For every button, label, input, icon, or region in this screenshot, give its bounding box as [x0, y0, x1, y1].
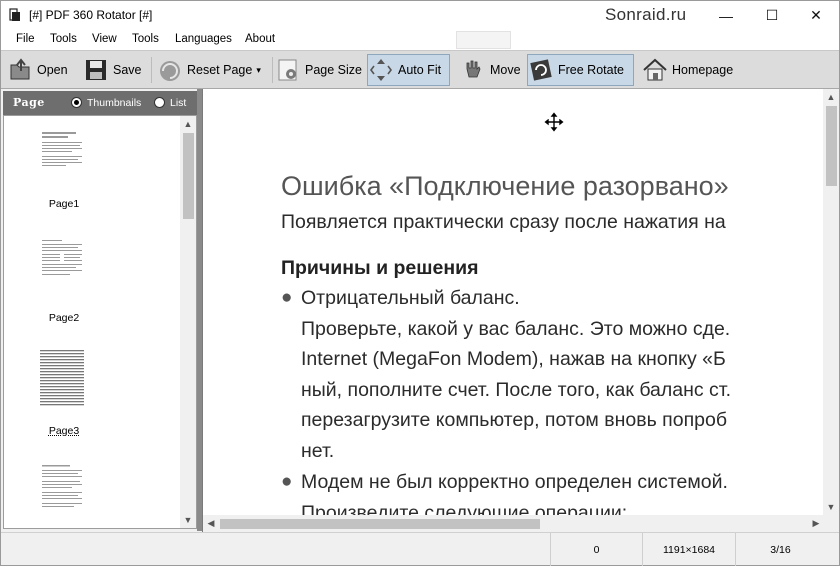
- thumbnail-list[interactable]: Page1 Page2 Page3 ▲ ▼: [3, 115, 197, 529]
- move-cursor-icon: [543, 111, 565, 133]
- close-button[interactable]: ✕: [793, 1, 839, 30]
- menu-view[interactable]: View: [92, 33, 117, 45]
- bullet1-line4: перезагрузите компьютер, потом вновь поп…: [301, 409, 727, 431]
- page4-preview: [40, 463, 84, 521]
- title-bar: [#] PDF 360 Rotator [#] Sonraid.ru — ☐ ✕: [1, 1, 839, 30]
- page3-label: Page3: [48, 425, 80, 437]
- scroll-up-arrow-icon[interactable]: ▲: [823, 89, 839, 105]
- free-rotate-label: Free Rotate: [558, 63, 625, 77]
- menu-tools[interactable]: Tools: [50, 33, 77, 45]
- thumbnail-items: Page1 Page2 Page3: [4, 116, 180, 528]
- thumbnails-radio[interactable]: [71, 97, 82, 108]
- free-rotate-button[interactable]: Free Rotate: [527, 54, 634, 86]
- free-rotate-icon: [530, 59, 552, 81]
- document-vertical-scrollbar[interactable]: ▲ ▼: [823, 89, 839, 515]
- bullet2-title: Модем не был корректно определен системо…: [301, 471, 728, 493]
- window-title: [#] PDF 360 Rotator [#]: [29, 8, 153, 22]
- page2-label: Page2: [48, 312, 80, 324]
- page-size-icon: [278, 59, 297, 81]
- menu-about[interactable]: About: [245, 33, 275, 45]
- move-label: Move: [490, 63, 521, 77]
- scroll-up-arrow-icon[interactable]: ▲: [180, 116, 196, 132]
- page2-preview: [40, 238, 84, 294]
- bullet2-line1: Произведите следующие операции:: [301, 502, 628, 515]
- toolbar-separator: [151, 57, 152, 83]
- maximize-button[interactable]: ☐: [749, 1, 795, 30]
- floppy-disk-icon: [86, 60, 106, 80]
- page1-label: Page1: [48, 198, 80, 210]
- status-bar: 0 1191×1684 3/16: [1, 532, 839, 566]
- reset-page-dropdown-icon[interactable]: ▾: [256, 65, 261, 76]
- reset-page-button[interactable]: Reset Page ▾: [157, 54, 261, 86]
- toolbar-separator: [272, 57, 273, 83]
- document-horizontal-scrollbar[interactable]: ◀ ▶: [203, 515, 824, 532]
- save-label: Save: [113, 63, 142, 77]
- bullet1-title: Отрицательный баланс.: [301, 287, 520, 309]
- homepage-label: Homepage: [672, 63, 734, 77]
- app-icon: [9, 8, 20, 21]
- minimize-button[interactable]: —: [703, 1, 749, 30]
- page-size-label: Page Size: [305, 63, 362, 77]
- auto-fit-button[interactable]: Auto Fit: [367, 54, 450, 86]
- bullet1-line3: ный, пополните счет. После того, как бал…: [301, 379, 731, 401]
- bullet-marker: ●: [281, 471, 293, 492]
- app-window: [#] PDF 360 Rotator [#] Sonraid.ru — ☐ ✕…: [0, 0, 840, 566]
- scroll-down-arrow-icon[interactable]: ▼: [823, 499, 839, 515]
- menu-file[interactable]: File: [16, 33, 35, 45]
- scroll-left-arrow-icon[interactable]: ◀: [203, 515, 219, 531]
- status-page-index: 3/16: [735, 533, 825, 566]
- document-subheading: Причины и решения: [281, 257, 479, 279]
- list-radio-label[interactable]: List: [170, 97, 186, 109]
- scrollbar-corner: [823, 515, 839, 532]
- homepage-button[interactable]: Homepage: [642, 54, 733, 86]
- bullet1-line2: Internet (MegaFon Modem), нажав на кнопк…: [301, 348, 726, 370]
- bullet1-line5: нет.: [301, 440, 335, 462]
- scroll-right-arrow-icon[interactable]: ▶: [808, 515, 824, 531]
- watermark-text: Sonraid.ru: [605, 5, 687, 24]
- reset-page-label: Reset Page: [187, 63, 253, 77]
- thumbnails-radio-label[interactable]: Thumbnails: [87, 97, 141, 109]
- bullet-marker: ●: [281, 287, 293, 308]
- menu-languages[interactable]: Languages: [175, 33, 232, 45]
- document-vscroll-thumb[interactable]: [826, 106, 837, 186]
- bullet1-line1: Проверьте, какой у вас баланс. Это можно…: [301, 318, 731, 340]
- page-size-button[interactable]: Page Size: [275, 54, 362, 86]
- open-icon: [10, 58, 30, 80]
- auto-fit-icon: [370, 59, 392, 81]
- move-button[interactable]: Move: [460, 54, 521, 86]
- status-message: [1, 533, 550, 566]
- auto-fit-label: Auto Fit: [398, 63, 442, 77]
- page1-preview: [40, 130, 84, 186]
- document-hscroll-thumb[interactable]: [220, 519, 540, 529]
- thumbnail-scroll-thumb[interactable]: [183, 133, 194, 219]
- status-rotation: 0: [550, 533, 642, 566]
- thumbnail-scrollbar[interactable]: ▲ ▼: [180, 116, 196, 528]
- page-panel-header: Page Thumbnails List: [3, 91, 197, 115]
- page-panel-title: Page: [13, 96, 45, 109]
- home-icon: [643, 58, 667, 81]
- open-label: Open: [37, 63, 68, 77]
- document-heading: Ошибка «Подключение разорвано»: [281, 171, 729, 201]
- menu-tools-2[interactable]: Tools: [132, 33, 159, 45]
- scroll-down-arrow-icon[interactable]: ▼: [180, 512, 196, 528]
- reset-page-icon: [160, 61, 180, 81]
- list-radio[interactable]: [154, 97, 165, 108]
- document-intro: Появляется практически сразу после нажат…: [281, 211, 726, 233]
- toolbar: Open Save Reset Page ▾ Page Size Auto Fi…: [1, 50, 839, 89]
- hand-move-icon: [466, 60, 481, 78]
- document-page[interactable]: Ошибка «Подключение разорвано» Появляетс…: [203, 89, 824, 515]
- status-page-size: 1191×1684: [642, 533, 735, 566]
- menu-bar: File Tools View Tools Languages About: [1, 30, 839, 50]
- menu-blank-area: [456, 31, 511, 49]
- open-button[interactable]: Open: [7, 54, 68, 86]
- page3-preview: [38, 348, 86, 408]
- save-button[interactable]: Save: [83, 54, 142, 86]
- document-view[interactable]: Ошибка «Подключение разорвано» Появляетс…: [202, 89, 839, 532]
